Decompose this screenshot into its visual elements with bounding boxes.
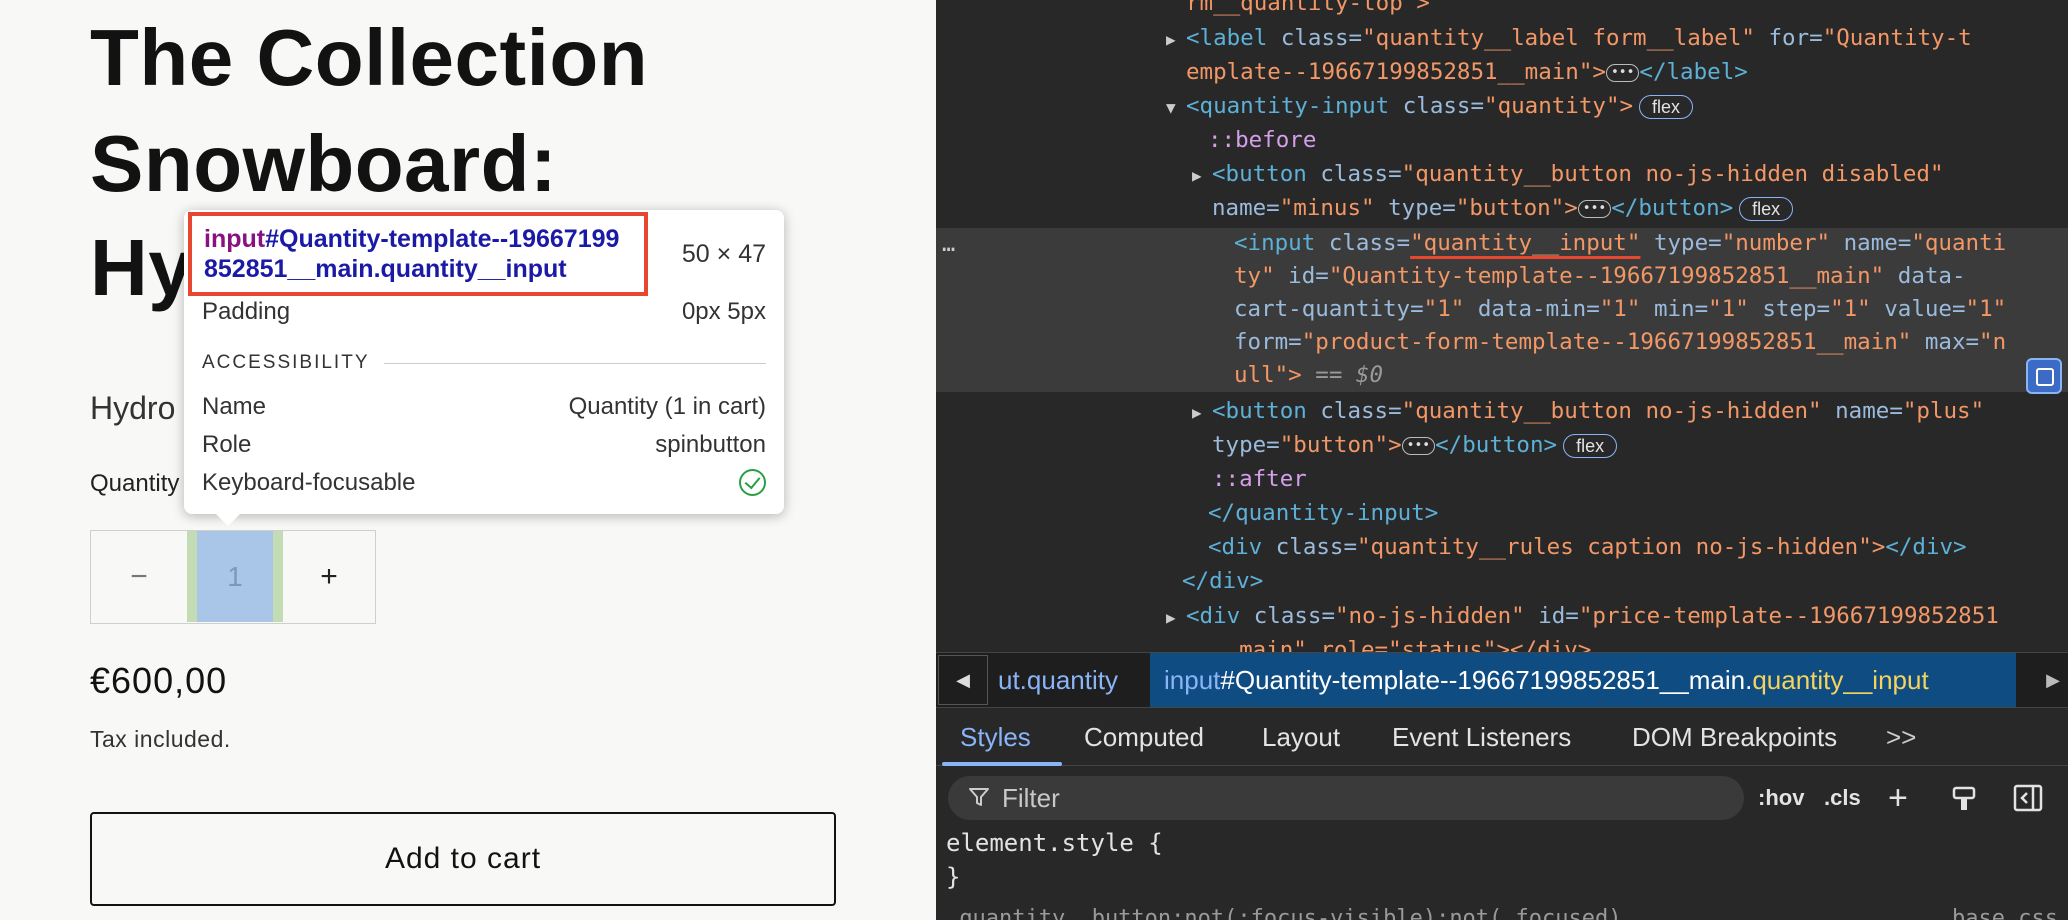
dom-line[interactable]: ::after <box>1212 462 1307 496</box>
tooltip-padding-value: 0px 5px <box>681 298 766 325</box>
tooltip-role-label: Role <box>202 431 252 458</box>
tooltip-selector-tag: input <box>204 225 266 253</box>
dom-line[interactable]: type="button"> ••• </button> flex <box>1212 428 1618 462</box>
dom-line-price[interactable]: ▶ <div class="no-js-hidden" id="price-tem… <box>1166 599 1999 635</box>
element-style-selector[interactable]: element.style { <box>946 826 1163 860</box>
tooltip-size: 50 × 47 <box>681 240 766 268</box>
product-page: The Collection Snowboard: Hy Hydro Quant… <box>0 0 936 920</box>
dom-line-quantity-input[interactable]: ▼ <quantity-input class="quantity"> flex <box>1166 89 1694 125</box>
new-style-rule-button[interactable]: + <box>1888 776 1908 820</box>
dom-tree: … rm__quantity-top"> ▶ <label class="quan… <box>936 0 2068 652</box>
tab-styles[interactable]: Styles <box>960 708 1031 766</box>
dom-line[interactable]: cart-quantity="1" data-min="1" min="1" s… <box>1234 292 2006 326</box>
tooltip-padding-row: Padding 0px 5px <box>202 298 766 326</box>
dom-line[interactable]: ty" id="Quantity-template--1966719985285… <box>1234 259 1966 293</box>
tab-event-listeners[interactable]: Event Listeners <box>1392 708 1571 766</box>
toggle-classes-button[interactable]: .cls <box>1824 776 1861 820</box>
active-tab-indicator <box>942 762 1062 766</box>
breadcrumb-scroll-left-icon[interactable]: ◀ <box>938 655 988 705</box>
tab-computed[interactable]: Computed <box>1084 708 1204 766</box>
quantity-stepper: − 1 + <box>90 530 376 624</box>
tooltip-selector-rest: #Quantity-template--19667199852851__main… <box>204 225 620 283</box>
quantity-input-highlight: 1 <box>187 531 283 622</box>
tooltip-padding-label: Padding <box>202 298 291 325</box>
flex-badge[interactable]: flex <box>1739 196 1794 221</box>
dom-line[interactable]: __main" role="status"></div> <box>1212 633 1591 652</box>
breadcrumb-item-parent[interactable]: ut.quantity <box>990 653 1118 707</box>
expand-triangle-icon[interactable]: ▶ <box>1166 601 1186 635</box>
next-style-rule-source[interactable]: base.css <box>1952 902 2058 920</box>
inspect-tooltip: input#Quantity-template--19667199852851_… <box>184 210 784 526</box>
flex-badge[interactable]: flex <box>1563 433 1618 458</box>
tooltip-keyboard-row: Keyboard-focusable <box>202 469 766 497</box>
expand-triangle-icon[interactable]: ▶ <box>1192 159 1212 193</box>
ellipsis-icon[interactable]: ••• <box>1401 436 1436 455</box>
dom-line-label[interactable]: ▶ <label class="quantity__label form__lab… <box>1166 21 1972 57</box>
breadcrumb-current-tag: input <box>1164 665 1221 695</box>
quantity-plus-button[interactable]: + <box>283 531 375 622</box>
breadcrumb-current-id: #Quantity-template--19667199852851__main… <box>1220 665 1753 695</box>
product-title-line-1: The Collection <box>90 13 649 102</box>
toggle-hover-state-button[interactable]: :hov <box>1758 776 1804 820</box>
collapse-triangle-icon[interactable]: ▼ <box>1166 91 1186 125</box>
dom-line[interactable]: name="minus" type="button"> ••• </button> f… <box>1212 191 1794 225</box>
dom-line-minus-button[interactable]: ▶ <button class="quantity__button no-js-h… <box>1192 157 1944 193</box>
expand-triangle-icon[interactable]: ▶ <box>1192 396 1212 430</box>
accessibility-heading-text: ACCESSIBILITY <box>202 352 370 373</box>
breadcrumb-current-class: quantity__input <box>1752 665 1929 695</box>
styles-filter-input[interactable]: Filter <box>948 776 1744 820</box>
dom-line[interactable]: emplate--19667199852851__main"> ••• </labe… <box>1186 55 1748 89</box>
expand-triangle-icon[interactable]: ▶ <box>1166 23 1186 57</box>
product-vendor: Hydro <box>90 390 176 426</box>
next-style-rule[interactable]: .quantity__button:not(:focus-visible):no… <box>946 902 1622 920</box>
devtools-panel: … rm__quantity-top"> ▶ <label class="quan… <box>936 0 2068 920</box>
tooltip-role-row: Role spinbutton <box>202 431 766 459</box>
tooltip-arrow <box>216 514 240 526</box>
styles-pane: element.style { } .quantity__button:not(… <box>936 826 2068 920</box>
tab-dom-breakpoints[interactable]: DOM Breakpoints <box>1632 708 1837 766</box>
tooltip-name-row: Name Quantity (1 in cart) <box>202 393 766 421</box>
add-to-cart-button[interactable]: Add to cart <box>90 812 836 906</box>
tooltip-name-value: Quantity (1 in cart) <box>568 393 766 420</box>
quantity-input[interactable]: 1 <box>197 531 273 622</box>
dom-line[interactable]: ull"> == $0 <box>1234 358 1383 392</box>
product-title-line-2: Snowboard: <box>90 119 558 208</box>
dom-line[interactable]: <div class="quantity__rules caption no-j… <box>1208 530 1967 564</box>
ellipsis-icon[interactable]: ••• <box>1577 199 1612 218</box>
product-title-line-3: Hy <box>90 223 194 312</box>
tooltip-keyboard-label: Keyboard-focusable <box>202 469 416 496</box>
filter-placeholder: Filter <box>1002 783 1060 813</box>
dom-line-plus-button[interactable]: ▶ <button class="quantity__button no-js-h… <box>1192 394 1984 430</box>
ai-assistance-icon[interactable] <box>2026 358 2062 394</box>
ellipsis-icon[interactable]: ••• <box>1605 63 1640 82</box>
flex-badge[interactable]: flex <box>1639 94 1694 119</box>
dom-line[interactable]: form="product-form-template--19667199852… <box>1234 325 2006 359</box>
filter-icon <box>969 788 989 806</box>
element-style-close: } <box>946 863 961 891</box>
paint-brush-icon[interactable] <box>1950 776 1978 820</box>
dom-line-selected-input[interactable]: <input class="quantity__input" type="num… <box>1234 226 2006 260</box>
dom-line[interactable]: </div> <box>1182 564 1263 598</box>
tooltip-selector: input#Quantity-template--19667199852851_… <box>188 212 648 296</box>
tooltip-name-label: Name <box>202 393 267 420</box>
more-tabs-icon[interactable]: >> <box>1886 708 1916 766</box>
breadcrumb-item-current[interactable]: input#Quantity-template--19667199852851_… <box>1150 653 2016 707</box>
breadcrumb-scroll-right-icon[interactable]: ▶ <box>2046 653 2060 707</box>
tab-layout[interactable]: Layout <box>1262 708 1340 766</box>
product-price: €600,00 <box>90 660 228 701</box>
quantity-label: Quantity <box>90 470 180 497</box>
styles-panel-tabs: Styles Computed Layout Event Listeners D… <box>936 708 2068 766</box>
tax-note: Tax included. <box>90 726 231 752</box>
check-circle-icon <box>739 469 766 496</box>
quantity-minus-button[interactable]: − <box>91 531 187 622</box>
dom-line[interactable]: rm__quantity-top"> <box>1186 0 1430 20</box>
divider <box>383 362 766 364</box>
dom-line[interactable]: </quantity-input> <box>1208 496 1438 530</box>
node-options-icon[interactable]: … <box>942 228 955 262</box>
toggle-sidebar-icon[interactable] <box>2012 776 2044 820</box>
tooltip-role-value: spinbutton <box>655 431 766 458</box>
breadcrumb: ◀ ut.quantity input#Quantity-template--1… <box>936 652 2068 708</box>
dom-line[interactable]: ::before <box>1208 123 1316 157</box>
tooltip-accessibility-heading: ACCESSIBILITY <box>202 352 766 374</box>
